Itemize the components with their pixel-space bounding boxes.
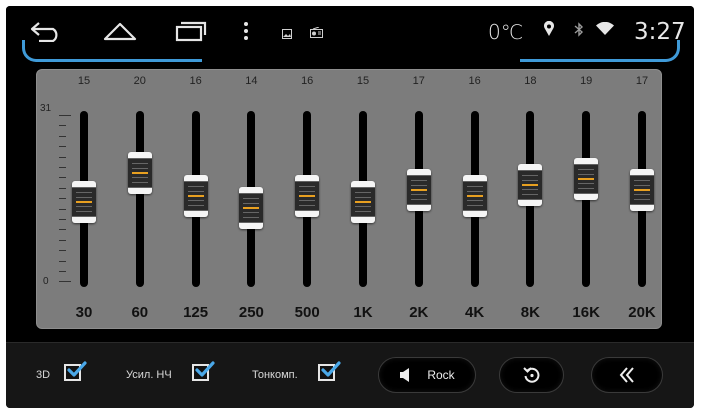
eq-band: 14 250 [226,70,276,328]
slider-handle[interactable] [518,163,543,206]
slider-handle[interactable] [351,180,375,223]
reset-button[interactable] [499,357,564,393]
band-value: 18 [524,75,537,87]
checkmark-icon [195,361,215,377]
band-value: 19 [580,75,593,87]
preset-button[interactable]: Rock [378,357,476,393]
eq-band: 16 4K [450,70,500,328]
checkbox-loudness[interactable] [318,361,341,383]
wifi-icon [596,21,614,41]
collapse-button[interactable] [591,357,663,393]
band-value: 17 [412,75,425,87]
band-frequency-label: 500 [294,304,320,321]
slider-handle[interactable] [462,175,487,218]
slider-handle[interactable] [406,169,431,212]
band-frequency-label: 4K [465,304,485,321]
checkbox-bass-label: Усил. НЧ [126,369,172,381]
slider-handle[interactable] [72,180,96,223]
preset-label: Rock [427,368,455,382]
band-frequency-label: 8K [520,304,540,321]
checkbox-3d[interactable] [64,361,87,383]
checkbox-3d-label: 3D [36,369,51,381]
slider-track[interactable] [135,111,144,287]
band-value: 16 [468,75,481,87]
image-icon [282,26,292,44]
eq-band: 19 16K [561,70,611,328]
scale-min-label: 0 [43,276,49,287]
checkbox-bass-boost[interactable] [192,361,215,383]
eq-band: 16 500 [282,70,332,328]
slider-handle[interactable] [183,175,208,218]
band-value: 14 [245,75,258,87]
eq-band: 20 60 [115,70,165,328]
checkbox-loudness-label: Тонкомп. [252,369,298,381]
band-frequency-label: 2K [409,304,429,321]
double-chevron-left-icon [619,367,634,383]
eq-band: 17 20K [617,70,667,328]
location-pin-icon [543,20,555,42]
eq-band: 17 2K [394,70,444,328]
eq-band: 16 125 [171,70,221,328]
band-value: 20 [133,75,146,87]
band-value: 15 [356,75,370,87]
slider-handle[interactable] [630,169,654,212]
eq-band: 15 30 [59,70,109,328]
speaker-icon [400,368,410,382]
band-frequency-label: 250 [238,304,264,321]
slider-handle[interactable] [239,186,264,229]
slider-handle[interactable] [295,175,320,218]
band-value: 15 [77,75,91,87]
bluetooth-icon [574,22,584,42]
band-frequency-label: 16K [572,304,600,321]
more-vert-icon[interactable] [238,18,254,44]
band-value: 16 [301,75,314,87]
band-value: 17 [635,75,649,87]
eq-band: 15 1K [338,70,388,328]
screen: 0℃ 3:27 31 0 15 30 20 60 16 125 14 250 16 500 15 1K… [6,6,694,408]
slider-handle[interactable] [574,158,599,201]
status-accent-arc-right [520,40,680,62]
slider-handle[interactable] [127,152,152,195]
scale-max-label: 31 [40,103,52,114]
radio-icon [310,25,323,43]
equalizer-panel: 31 0 15 30 20 60 16 125 14 250 16 500 15 1K 17 2K 16 4K… [36,69,662,329]
band-frequency-label: 1K [353,304,373,321]
band-frequency-label: 60 [131,304,149,321]
band-frequency-label: 30 [75,304,93,321]
band-frequency-label: 20K [628,304,656,321]
band-value: 16 [189,75,202,87]
band-frequency-label: 125 [183,304,209,321]
temperature-readout: 0℃ [488,20,524,44]
reset-icon [522,367,539,383]
bottom-bar: 3D Усил. НЧ Тонкомп. Rock [6,342,694,408]
checkmark-icon [321,361,341,377]
nav-accent-arc-left [22,40,202,62]
eq-band: 18 8K [505,70,555,328]
checkmark-icon [67,361,87,377]
status-bar: 0℃ 3:27 [6,6,694,64]
